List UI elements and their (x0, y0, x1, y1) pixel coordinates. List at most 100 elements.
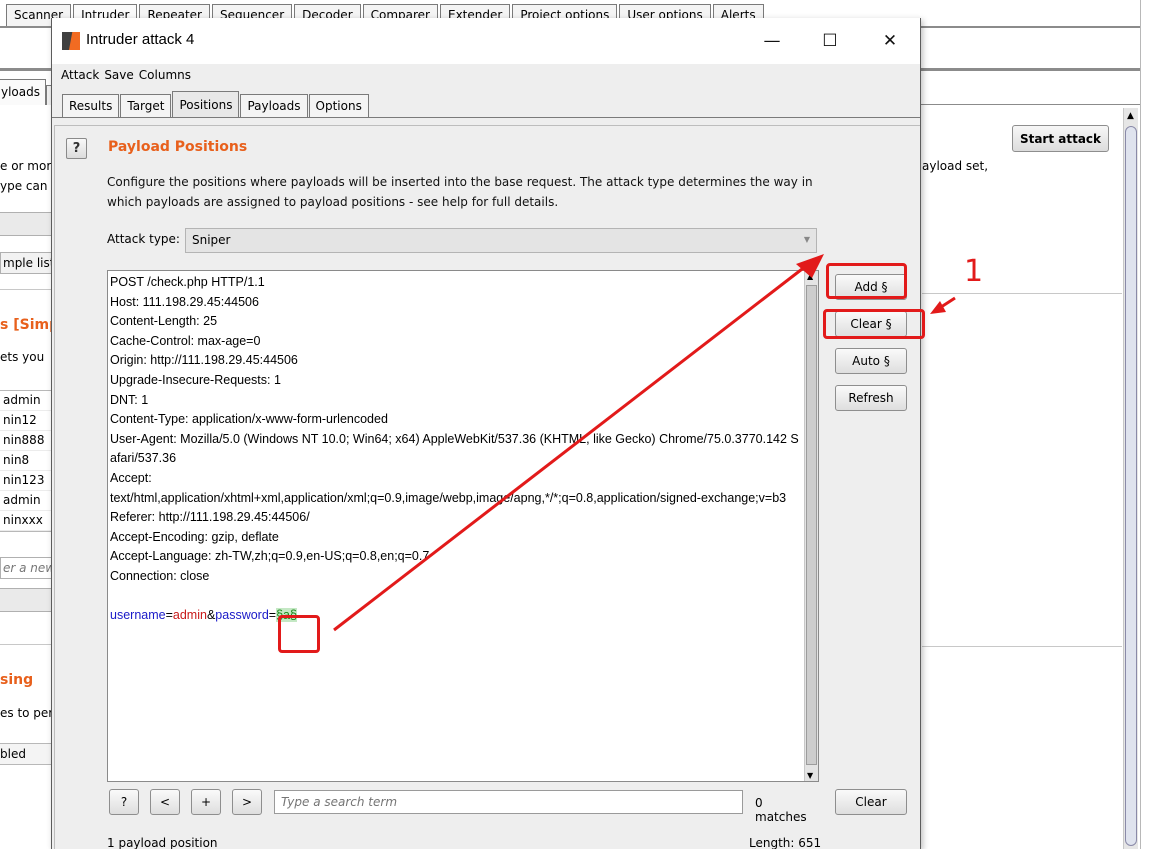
request-line: DNT: 1 (110, 392, 149, 407)
tab-results[interactable]: Results (62, 94, 120, 118)
maximize-button[interactable]: ☐ (807, 26, 853, 56)
request-line: Connection: close (110, 568, 210, 583)
minimize-button[interactable]: — (749, 26, 795, 56)
menu-columns[interactable]: Columns (139, 68, 191, 82)
param-username-name: username (110, 608, 166, 623)
param-equals: = (165, 608, 173, 623)
main-scrollbar[interactable]: ▲ (1123, 108, 1138, 849)
request-text[interactable]: POST /check.php HTTP/1.1 Host: 111.198.2… (110, 273, 800, 626)
request-line: Content-Length: 25 (110, 314, 218, 329)
request-scrollbar[interactable]: ▲ ▼ (804, 271, 818, 781)
tab-options[interactable]: Options (308, 94, 369, 118)
tab-underline (52, 117, 920, 118)
search-next-button[interactable]: > (232, 789, 262, 815)
request-line: Upgrade-Insecure-Requests: 1 (110, 372, 281, 387)
bg-column-enabled: bled (0, 747, 26, 761)
tab-target[interactable]: Target (120, 94, 172, 118)
payload-position-count: 1 payload position (107, 836, 218, 849)
bg-desc-fragment-2: ype can (0, 179, 48, 193)
bg-new-item-input[interactable]: er a new (0, 557, 55, 579)
request-line: Accept-Language: zh-TW,zh;q=0.9,en-US;q=… (110, 549, 430, 564)
param-equals: = (268, 608, 277, 623)
request-line: Referer: http://111.198.29.45:44506/ (110, 510, 310, 525)
bg-section-processing: sing (0, 672, 34, 688)
subtab-payloads[interactable]: yloads (0, 79, 46, 105)
intruder-attack-window: Intruder attack 4 — ☐ ✕ Attack Save Colu… (51, 18, 921, 849)
chevron-down-icon[interactable]: ▼ (804, 235, 810, 244)
list-item[interactable]: ninxxx (0, 511, 53, 531)
search-input[interactable] (274, 790, 743, 814)
search-add-button[interactable]: + (191, 789, 221, 815)
auto-markers-button[interactable]: Auto § (835, 348, 907, 374)
list-item[interactable]: nin8 (0, 451, 53, 471)
bg-table-header: bled (0, 743, 54, 765)
menu-attack[interactable]: Attack (61, 68, 99, 82)
bg-payload-list[interactable]: admin nin12 nin888 nin8 nin123 admin nin… (0, 390, 54, 532)
attack-type-select[interactable]: Sniper ▼ (185, 228, 817, 253)
close-button[interactable]: ✕ (867, 26, 913, 56)
tab-payloads[interactable]: Payloads (240, 94, 308, 118)
section-description: Configure the positions where payloads w… (107, 175, 813, 209)
annotation-box-marker (278, 615, 320, 653)
request-length: Length: 651 (749, 836, 822, 849)
request-line: Cache-Control: max-age=0 (110, 333, 261, 348)
annotation-arrow-small (937, 296, 956, 311)
annotation-arrowhead-small (930, 301, 946, 314)
list-item[interactable]: nin12 (0, 411, 53, 431)
bg-rule (0, 289, 54, 290)
section-title: Payload Positions (108, 139, 248, 155)
refresh-button[interactable]: Refresh (835, 385, 907, 411)
param-username-value: admin (172, 608, 207, 623)
request-line: Accept-Encoding: gzip, deflate (110, 529, 279, 544)
scroll-up-icon[interactable]: ▲ (1127, 111, 1134, 121)
request-blank-line (110, 587, 800, 607)
list-item[interactable]: admin (0, 391, 53, 411)
request-line: Origin: http://111.198.29.45:44506 (110, 353, 298, 368)
attack-type-value: Sniper (192, 233, 231, 247)
request-line: User-Agent: Mozilla/5.0 (Windows NT 10.0… (110, 431, 799, 466)
scrollbar-thumb[interactable] (1125, 126, 1137, 846)
annotation-box-clear (823, 309, 925, 339)
menu-bar: Attack Save Columns (52, 64, 920, 86)
bg-rule-right (922, 293, 1122, 294)
help-icon[interactable]: ? (66, 138, 87, 159)
scrollbar-thumb[interactable] (806, 285, 817, 765)
bg-dropdown[interactable] (0, 212, 54, 236)
scroll-up-icon[interactable]: ▲ (807, 272, 813, 281)
bg-section-desc-2: es to perf (0, 706, 58, 720)
bg-add-button[interactable] (0, 588, 54, 612)
search-prev-button[interactable]: < (150, 789, 180, 815)
param-password-name: password (215, 608, 269, 623)
list-item[interactable]: nin123 (0, 471, 53, 491)
bg-payload-type[interactable]: mple list (0, 252, 54, 274)
start-attack-button[interactable]: Start attack (1012, 125, 1109, 152)
title-bar: Intruder attack 4 — ☐ ✕ (52, 18, 920, 64)
scroll-down-icon[interactable]: ▼ (807, 771, 813, 780)
dialog-tab-bar: Results Target Positions Payloads Option… (62, 91, 370, 118)
burp-logo-icon (62, 32, 80, 50)
annotation-box-add (826, 263, 907, 299)
bg-desc-fragment-1: e or more (0, 159, 59, 173)
search-clear-button[interactable]: Clear (835, 789, 907, 815)
request-line: POST /check.php HTTP/1.1 (110, 275, 265, 289)
bg-rule (0, 644, 54, 645)
request-line: Host: 111.198.29.45:44506 (110, 294, 259, 309)
tab-positions[interactable]: Positions (172, 91, 240, 118)
match-count: 0 matches (755, 796, 807, 824)
request-editor[interactable]: POST /check.php HTTP/1.1 Host: 111.198.2… (107, 270, 819, 782)
annotation-step-number: 1 (964, 254, 984, 289)
window-edge (1140, 0, 1141, 849)
request-body: username=admin&password=§a§ (110, 606, 800, 626)
search-help-button[interactable]: ? (109, 789, 139, 815)
menu-save[interactable]: Save (104, 68, 133, 82)
bg-section-desc: ets you (0, 350, 45, 364)
request-line: text/html,application/xhtml+xml,applicat… (110, 490, 787, 505)
request-line: Accept: (110, 470, 152, 485)
request-line: Content-Type: application/x-www-form-url… (110, 412, 388, 427)
bg-desc-fragment-3: ayload set, (922, 159, 989, 173)
list-item[interactable]: admin (0, 491, 53, 511)
bg-rule-right (922, 646, 1122, 647)
list-item[interactable]: nin888 (0, 431, 53, 451)
attack-type-label: Attack type: (107, 232, 180, 246)
window-title: Intruder attack 4 (86, 31, 195, 48)
